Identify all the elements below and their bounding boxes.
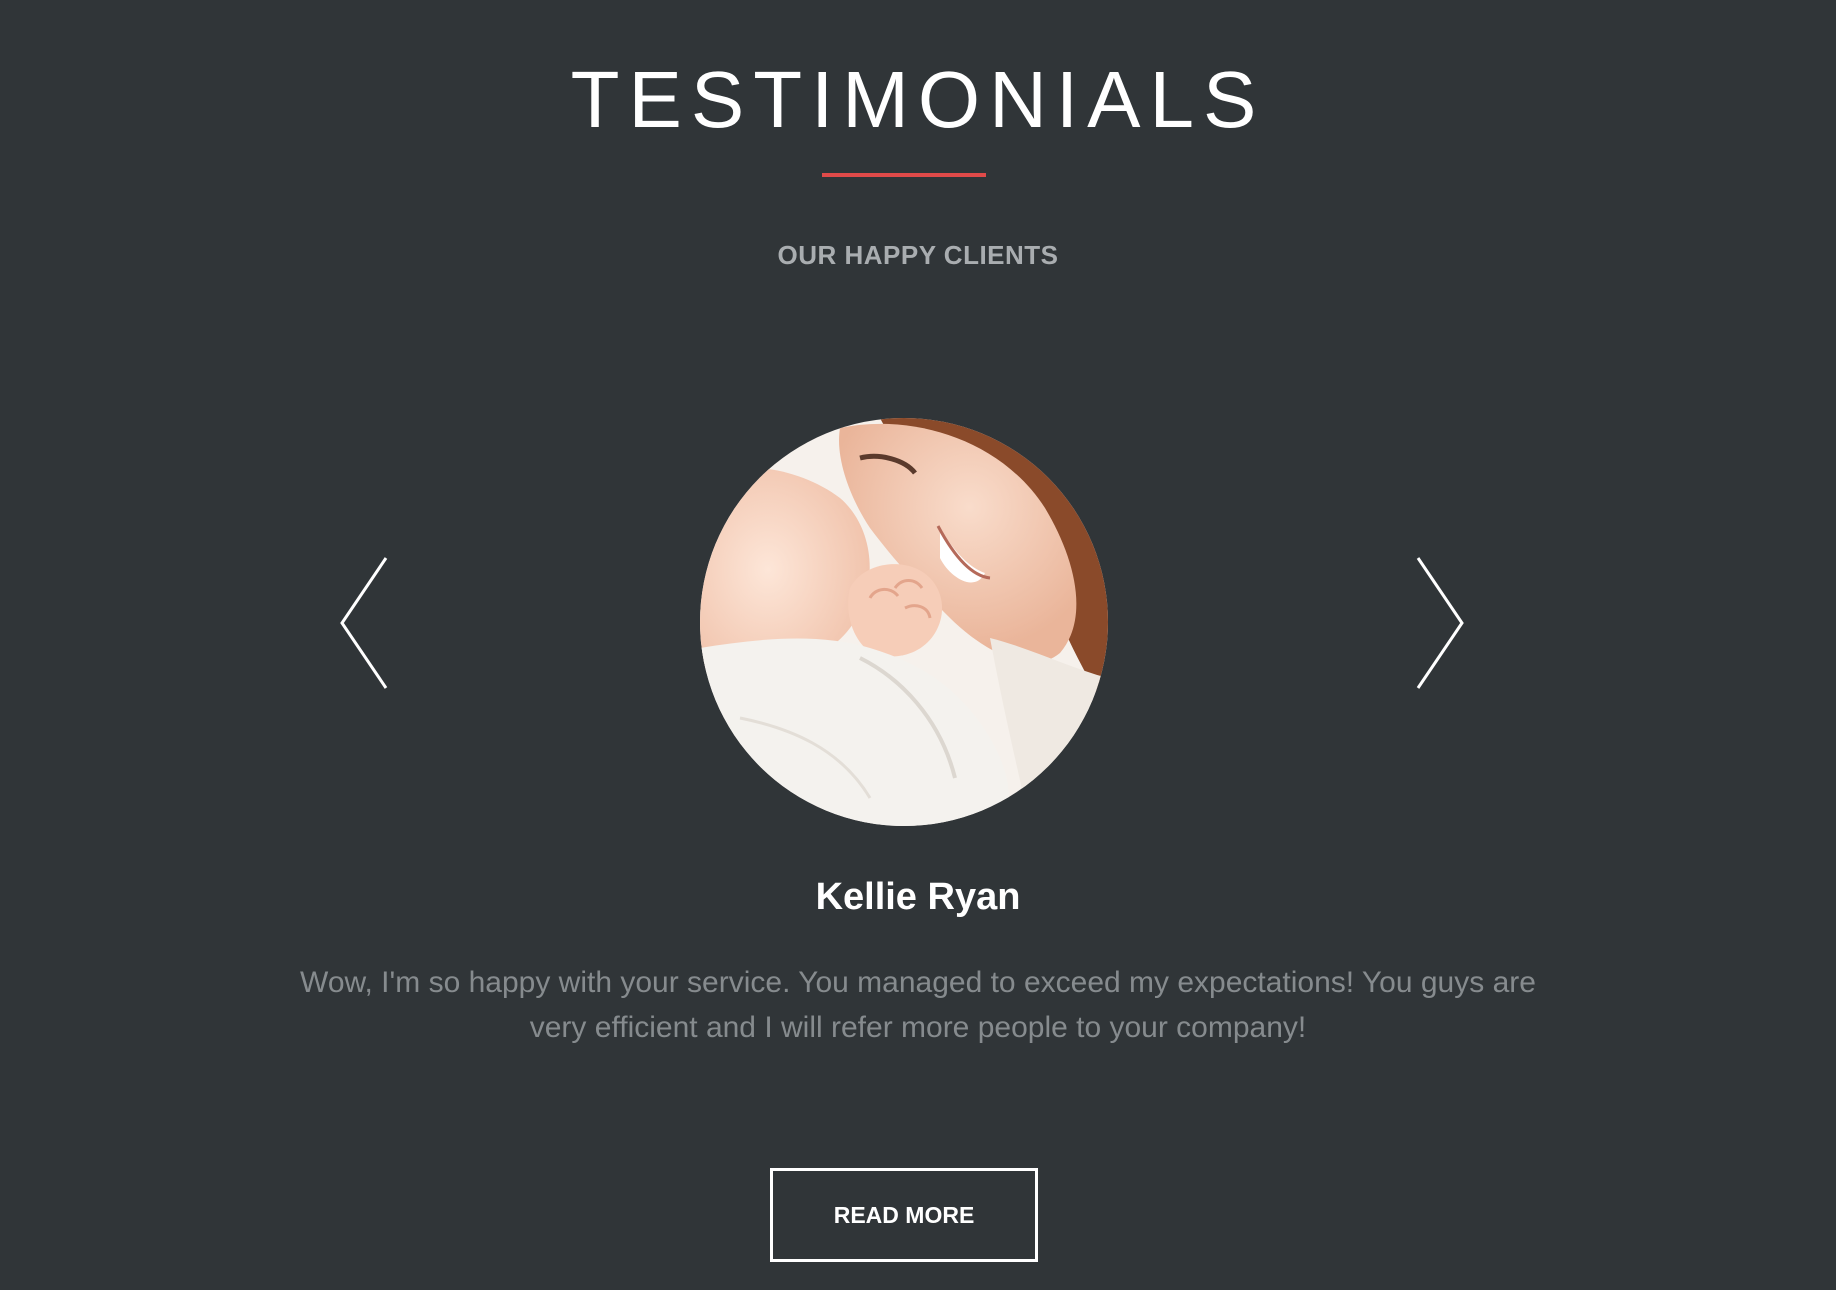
client-name: Kellie Ryan [815, 876, 1021, 918]
client-photo [700, 418, 1108, 826]
section-subtitle: OUR HAPPY CLIENTS [777, 240, 1059, 270]
carousel-next-button[interactable] [1408, 556, 1468, 690]
section-title: TESTIMONIALS [570, 55, 1266, 144]
testimonial-quote: Wow, I'm so happy with your service. You… [300, 966, 1536, 1044]
title-underline [822, 173, 986, 177]
client-avatar [700, 418, 1108, 826]
read-more-button[interactable]: READ MORE [770, 1168, 1038, 1262]
chevron-left-icon [340, 557, 388, 689]
carousel-prev-button[interactable] [336, 556, 396, 690]
chevron-right-icon [1416, 557, 1464, 689]
testimonials-section: TESTIMONIALS OUR HAPPY CLIENTS Kellie Ry… [0, 0, 1836, 1290]
